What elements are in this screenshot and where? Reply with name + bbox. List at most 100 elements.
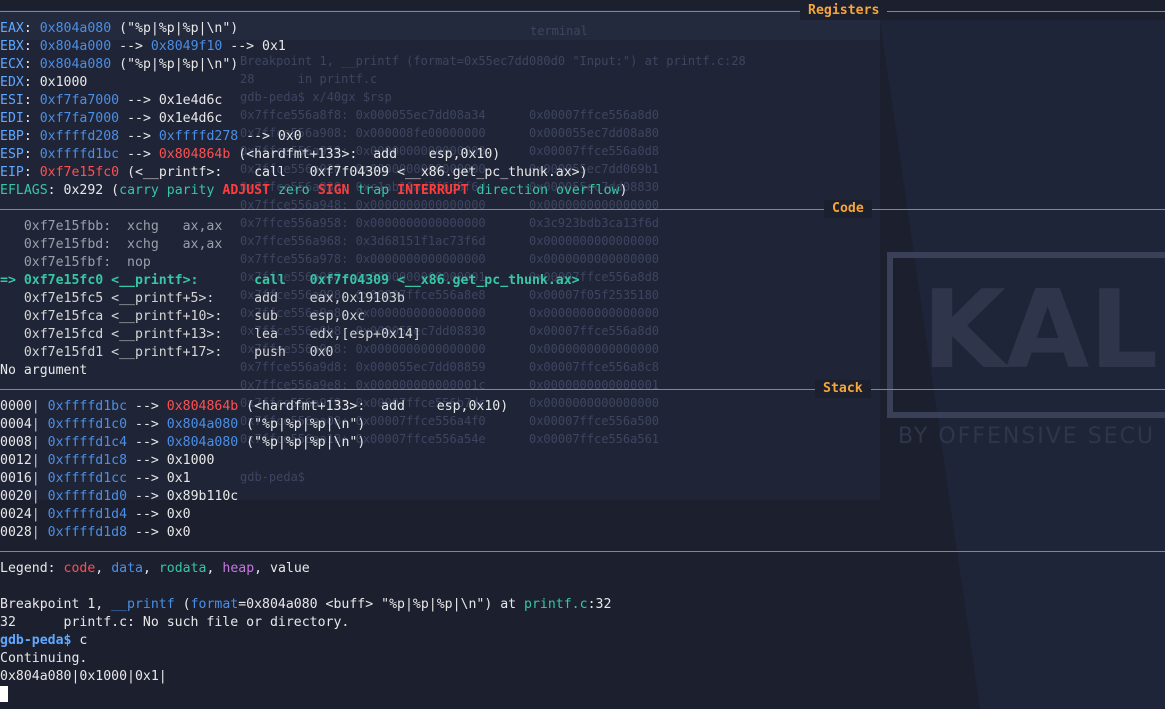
- code-line: 0xf7e15fbd: xchg ax,ax: [0, 237, 223, 252]
- register-name: EBX: [0, 39, 24, 54]
- code-line: 0xf7e15fbb: xchg ax,ax: [0, 219, 223, 234]
- legend-row: Legend: code, data, rodata, heap, value: [0, 561, 310, 576]
- breakpoint-prefix: Breakpoint 1,: [0, 597, 112, 612]
- register-value: 0xf7fa7000: [39, 93, 120, 108]
- flag-direction: direction: [476, 183, 549, 198]
- register-name: EIP: [0, 165, 24, 180]
- register-arrow: -->: [119, 147, 159, 162]
- register-name: EFLAGS: [0, 183, 48, 198]
- register-code-pointer: 0x804864b: [158, 147, 231, 162]
- terminal-cursor: [0, 686, 8, 702]
- stack-deref: --> 0x89b110c: [127, 489, 239, 504]
- stack-row: 0028| 0xffffd1d8 --> 0x0: [0, 525, 191, 540]
- register-value: 0xf7fa7000: [39, 111, 120, 126]
- register-value: 0x804a000: [39, 39, 112, 54]
- stack-address: 0xffffd1c4: [47, 435, 128, 450]
- stack-arrow: -->: [127, 435, 167, 450]
- register-deref: ("%p|%p|%p|\n"): [111, 21, 239, 36]
- register-value: 0x1000: [39, 75, 88, 90]
- program-output: 0x804a080|0x1000|0x1|: [0, 669, 167, 684]
- registers-section-title: Registers: [800, 2, 888, 20]
- stack-arrow: -->: [127, 417, 167, 432]
- stack-deref: ("%p|%p|%p|\n"): [238, 435, 366, 450]
- stack-row: 0016| 0xffffd1cc --> 0x1: [0, 471, 191, 486]
- flag-trap: trap: [357, 183, 390, 198]
- register-value: 0x804a080: [39, 21, 112, 36]
- legend-separator: [0, 551, 1165, 552]
- stack-offset: 0024: [0, 507, 32, 522]
- legend-value: value: [270, 561, 310, 576]
- register-name: ECX: [0, 57, 24, 72]
- flag-sign: SIGN: [317, 183, 350, 198]
- register-eflags-row: EFLAGS: 0x292 (carry parity ADJUST zero …: [0, 183, 628, 198]
- register-value: 0xffffd208: [39, 129, 120, 144]
- stack-address: 0xffffd1d0: [47, 489, 128, 504]
- register-name: EAX: [0, 21, 24, 36]
- register-ebx-row: EBX: 0x804a000 --> 0x8049f10 --> 0x1: [0, 39, 286, 54]
- stack-address: 0xffffd1d8: [47, 525, 128, 540]
- legend-label: Legend:: [0, 561, 64, 576]
- register-name: ESP: [0, 147, 24, 162]
- command-line[interactable]: gdb-peda$ c: [0, 632, 1165, 650]
- stack-deref: --> 0x0: [127, 525, 191, 540]
- stack-deref: --> 0x1: [127, 471, 191, 486]
- stack-address: 0xffffd1c0: [47, 417, 128, 432]
- register-name: ESI: [0, 93, 24, 108]
- no-argument-text: No argument: [0, 363, 88, 378]
- register-deref: (<hardfmt+133>: add esp,0x10): [230, 147, 501, 162]
- stack-offset: 0016: [0, 471, 32, 486]
- register-ecx-row: ECX: 0x804a080 ("%p|%p|%p|\n"): [0, 57, 239, 72]
- register-deref: --> 0x1: [222, 39, 286, 54]
- eflags-value: 0x292 (: [55, 183, 120, 198]
- stack-address: 0xffffd1d4: [47, 507, 128, 522]
- input-line[interactable]: [0, 686, 1165, 704]
- breakpoint-args: =0x804a080 <buff> "%p|%p|%p|\n") at: [238, 597, 525, 612]
- eflags-close: ): [619, 183, 628, 198]
- continuing-text: Continuing.: [0, 651, 88, 666]
- stack-arrow: -->: [127, 399, 167, 414]
- breakpoint-line: Breakpoint 1, __printf (format=0x804a080…: [0, 596, 1165, 614]
- register-value: 0x804a080: [39, 57, 112, 72]
- register-eax-row: EAX: 0x804a080 ("%p|%p|%p|\n"): [0, 21, 239, 36]
- legend-heap: heap: [222, 561, 255, 576]
- stack-offset: 0012: [0, 453, 32, 468]
- code-line: 0xf7e15fd1 <__printf+17>: push 0x0: [0, 345, 334, 360]
- command-text: c: [71, 633, 88, 648]
- code-line: 0xf7e15fca <__printf+10>: sub esp,0xc: [0, 309, 366, 324]
- register-code-pointer: 0xf7e15fc0: [39, 165, 120, 180]
- stack-deref: --> 0x1000: [127, 453, 215, 468]
- stack-address: 0xffffd1c8: [47, 453, 128, 468]
- stack-pointer: 0x804a080: [166, 435, 239, 450]
- legend-code: code: [63, 561, 96, 576]
- register-name: EBP: [0, 129, 24, 144]
- stack-row: 0020| 0xffffd1d0 --> 0x89b110c: [0, 489, 239, 504]
- register-deref: ("%p|%p|%p|\n"): [111, 57, 239, 72]
- flag-interrupt: INTERRUPT: [397, 183, 469, 198]
- stack-row: 0024| 0xffffd1d4 --> 0x0: [0, 507, 191, 522]
- stack-offset: 0000: [0, 399, 32, 414]
- register-deref: (<__printf>: call 0xf7f04309 <__x86.get_…: [119, 165, 588, 180]
- register-value: 0xffffd1bc: [39, 147, 120, 162]
- terminal-window[interactable]: Registers EAX: 0x804a080 ("%p|%p|%p|\n")…: [0, 0, 1165, 709]
- stack-deref: --> 0x0: [127, 507, 191, 522]
- register-eip-row: EIP: 0xf7e15fc0 (<__printf>: call 0xf7f0…: [0, 165, 588, 180]
- stack-code-pointer: 0x804864b: [166, 399, 239, 414]
- stack-row: 0000| 0xffffd1bc --> 0x804864b (<hardfmt…: [0, 399, 509, 414]
- stack-separator: [0, 389, 1165, 390]
- code-section-title: Code: [824, 200, 872, 218]
- register-arrow: -->: [111, 39, 151, 54]
- flag-overflow: overflow: [555, 183, 620, 198]
- register-name: EDX: [0, 75, 24, 90]
- register-name: EDI: [0, 111, 24, 126]
- stack-pointer: 0x804a080: [166, 417, 239, 432]
- flag-parity: parity: [166, 183, 215, 198]
- register-deref: --> 0x1e4d6c: [119, 93, 223, 108]
- register-edi-row: EDI: 0xf7fa7000 --> 0x1e4d6c: [0, 111, 223, 126]
- breakpoint-arg-name: format: [190, 597, 239, 612]
- breakpoint-open: (: [174, 597, 191, 612]
- flag-adjust: ADJUST: [222, 183, 271, 198]
- stack-row: 0004| 0xffffd1c0 --> 0x804a080 ("%p|%p|%…: [0, 417, 366, 432]
- register-pointer: 0xffffd278: [158, 129, 239, 144]
- legend-data: data: [111, 561, 143, 576]
- legend-rodata: rodata: [158, 561, 207, 576]
